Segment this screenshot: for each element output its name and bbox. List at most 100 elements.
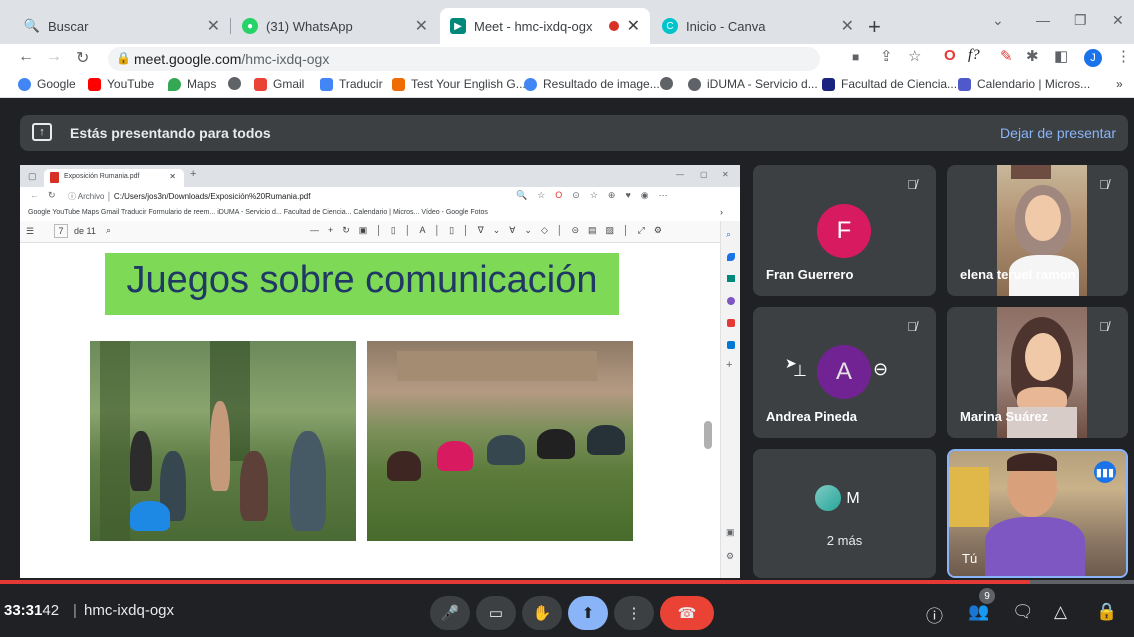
extension-brush-icon[interactable]: ✎ bbox=[1000, 47, 1013, 65]
close-icon[interactable]: ✕ bbox=[415, 16, 428, 36]
people-icon bbox=[727, 297, 735, 305]
hair-shape bbox=[1007, 453, 1057, 471]
bookmarks-overflow-icon[interactable]: » bbox=[1116, 77, 1123, 91]
puzzle-icon[interactable]: ✱ bbox=[1026, 47, 1039, 65]
bookmark-traducir[interactable]: Traducir bbox=[320, 77, 383, 91]
window-close-icon[interactable]: ✕ bbox=[1112, 12, 1124, 29]
bookmark-calendario[interactable]: Calendario | Micros... bbox=[958, 77, 1090, 91]
participant-name: Fran Guerrero bbox=[766, 267, 854, 282]
participant-tile-marina[interactable]: 🎙̸ Marina Suárez bbox=[947, 307, 1128, 438]
close-icon[interactable]: ✕ bbox=[627, 16, 640, 36]
shared-ext-icons: 🔍☆O⊙☆⊕♥◉⋯ bbox=[516, 190, 678, 200]
microphone-button[interactable]: 🎤 bbox=[430, 596, 470, 630]
forward-icon[interactable]: → bbox=[46, 48, 62, 66]
mic-off-icon: 🎙̸ bbox=[907, 319, 917, 334]
reload-icon[interactable]: ↻ bbox=[76, 48, 89, 68]
person-shape bbox=[290, 431, 326, 531]
bookmark-iduma[interactable]: iDUMA - Servicio d... bbox=[688, 77, 818, 91]
tab-label: Inicio - Canva bbox=[686, 18, 766, 34]
activities-icon[interactable]: △ bbox=[1054, 602, 1067, 622]
formula-icon[interactable]: f? bbox=[968, 47, 980, 64]
search-icon: 🔍 bbox=[23, 18, 41, 33]
bookmark-maps[interactable]: Maps bbox=[168, 77, 216, 91]
hand-icon: ✋ bbox=[532, 605, 552, 622]
person-shape bbox=[240, 451, 268, 521]
tab-label: (31) WhatsApp bbox=[266, 18, 353, 34]
back-icon[interactable]: ← bbox=[18, 48, 34, 66]
briefcase-icon bbox=[727, 275, 735, 282]
new-tab-icon[interactable]: + bbox=[868, 14, 881, 40]
tab-label: Buscar bbox=[48, 18, 89, 34]
reload-icon: ↻ bbox=[48, 190, 56, 200]
tab-buscar[interactable]: 🔍 Buscar ✕ bbox=[14, 8, 231, 44]
outlook-icon bbox=[727, 341, 735, 349]
more-options-button[interactable]: ⋮ bbox=[614, 596, 654, 630]
bookmark-resultado[interactable]: Resultado de image... bbox=[524, 77, 660, 91]
person-shape bbox=[437, 441, 473, 471]
participant-tile-self[interactable]: ▮▮▮ Tú bbox=[947, 449, 1128, 578]
minimize-icon[interactable]: — bbox=[1036, 12, 1050, 28]
opera-icon[interactable]: O bbox=[944, 47, 956, 64]
tab-whatsapp[interactable]: ● (31) WhatsApp ✕ bbox=[232, 8, 438, 44]
canva-icon: C bbox=[662, 18, 678, 34]
restore-icon[interactable]: ❐ bbox=[1074, 12, 1087, 29]
participant-name: Marina Suárez bbox=[960, 409, 1049, 424]
tab-separator bbox=[230, 18, 231, 34]
close-icon[interactable]: ✕ bbox=[841, 16, 854, 36]
bookmark-test-english[interactable]: Test Your English G... bbox=[392, 77, 526, 91]
star-icon[interactable]: ☆ bbox=[908, 47, 921, 65]
close-icon[interactable]: ✕ bbox=[207, 16, 220, 36]
profile-avatar[interactable]: J bbox=[1084, 49, 1102, 67]
sidepanel-icon[interactable]: ◧ bbox=[1054, 47, 1068, 65]
raise-hand-button[interactable]: ✋ bbox=[522, 596, 562, 630]
person-shape bbox=[387, 451, 421, 481]
back-icon: ← bbox=[30, 190, 39, 200]
menu-icon[interactable]: ⋮ bbox=[1116, 47, 1131, 65]
share-icon[interactable]: ⇪ bbox=[880, 47, 893, 65]
maps-icon bbox=[168, 77, 181, 91]
pdf-icon bbox=[50, 172, 59, 183]
camera-button[interactable]: ▭ bbox=[476, 596, 516, 630]
chat-icon[interactable]: 🗨 bbox=[1012, 602, 1034, 622]
bookmark-globe[interactable] bbox=[228, 77, 247, 90]
participant-tile-fran[interactable]: 🎙̸ F Fran Guerrero bbox=[753, 165, 936, 296]
face-shape bbox=[1025, 195, 1061, 241]
tab-canva[interactable]: C Inicio - Canva ✕ bbox=[652, 8, 864, 44]
add-icon: + bbox=[726, 359, 733, 371]
building-shape bbox=[397, 351, 597, 381]
bookmark-facultad[interactable]: Facultad de Ciencia... bbox=[822, 77, 957, 91]
meeting-code: hmc-ixdq-ogx bbox=[84, 602, 175, 619]
mic-off-icon: 🎙̸ bbox=[907, 177, 917, 192]
sidebar-toggle-icon: ▣ bbox=[726, 527, 735, 537]
settings-icon: ⚙ bbox=[726, 551, 735, 561]
participant-tile-elena[interactable]: 🎙̸ elena teruel ramon bbox=[947, 165, 1128, 296]
person-shape bbox=[210, 401, 230, 491]
info-icon[interactable]: ⓘ bbox=[926, 602, 943, 627]
host-controls-icon[interactable]: 🔒 bbox=[1096, 602, 1117, 622]
bookmark-google[interactable]: Google bbox=[18, 77, 76, 91]
globe-icon bbox=[688, 77, 701, 91]
shared-screen: ▢ Exposición Rumania.pdf ✕ + — ▢ ✕ ← ↻ ⓘ… bbox=[20, 165, 740, 578]
tab-meet[interactable]: ▶ Meet - hmc-ixdq-ogx ✕ bbox=[440, 8, 650, 44]
tab-search-icon[interactable]: ⌄ bbox=[992, 12, 1004, 29]
stop-presenting-button[interactable]: Dejar de presentar bbox=[1000, 125, 1116, 141]
shared-toolbar: ← ↻ ⓘ Archivo │ C:/Users/jos3n/Downloads… bbox=[20, 187, 740, 205]
address-bar[interactable]: 🔒 meet.google.com/hmc-ixdq-ogx bbox=[108, 47, 820, 71]
globe-icon bbox=[660, 77, 673, 90]
bookmark-gmail[interactable]: Gmail bbox=[254, 77, 304, 91]
people-icon[interactable]: 👥 bbox=[968, 602, 989, 622]
bookmark-youtube[interactable]: YouTube bbox=[88, 77, 154, 91]
present-button[interactable]: ⬆ bbox=[568, 596, 608, 630]
participant-name: Tú bbox=[962, 551, 978, 566]
leave-call-button[interactable]: ☎ bbox=[660, 596, 714, 630]
window-close-icon: ✕ bbox=[722, 170, 729, 179]
remove-icon[interactable]: ⊖ bbox=[873, 359, 888, 380]
bookmark-globe-2[interactable] bbox=[660, 77, 679, 90]
cursor-icon: ➤ bbox=[785, 355, 797, 371]
new-tab-icon: + bbox=[190, 168, 197, 180]
participant-tile-more[interactable]: M 2 más bbox=[753, 449, 936, 578]
participant-tile-andrea[interactable]: 🎙̸ A ⊥ ⊖ ➤ Andrea Pineda bbox=[753, 307, 936, 438]
contents-icon: ☰ bbox=[26, 226, 35, 236]
participant-name: Andrea Pineda bbox=[766, 409, 858, 424]
camera-icon[interactable]: ■ bbox=[852, 50, 859, 64]
